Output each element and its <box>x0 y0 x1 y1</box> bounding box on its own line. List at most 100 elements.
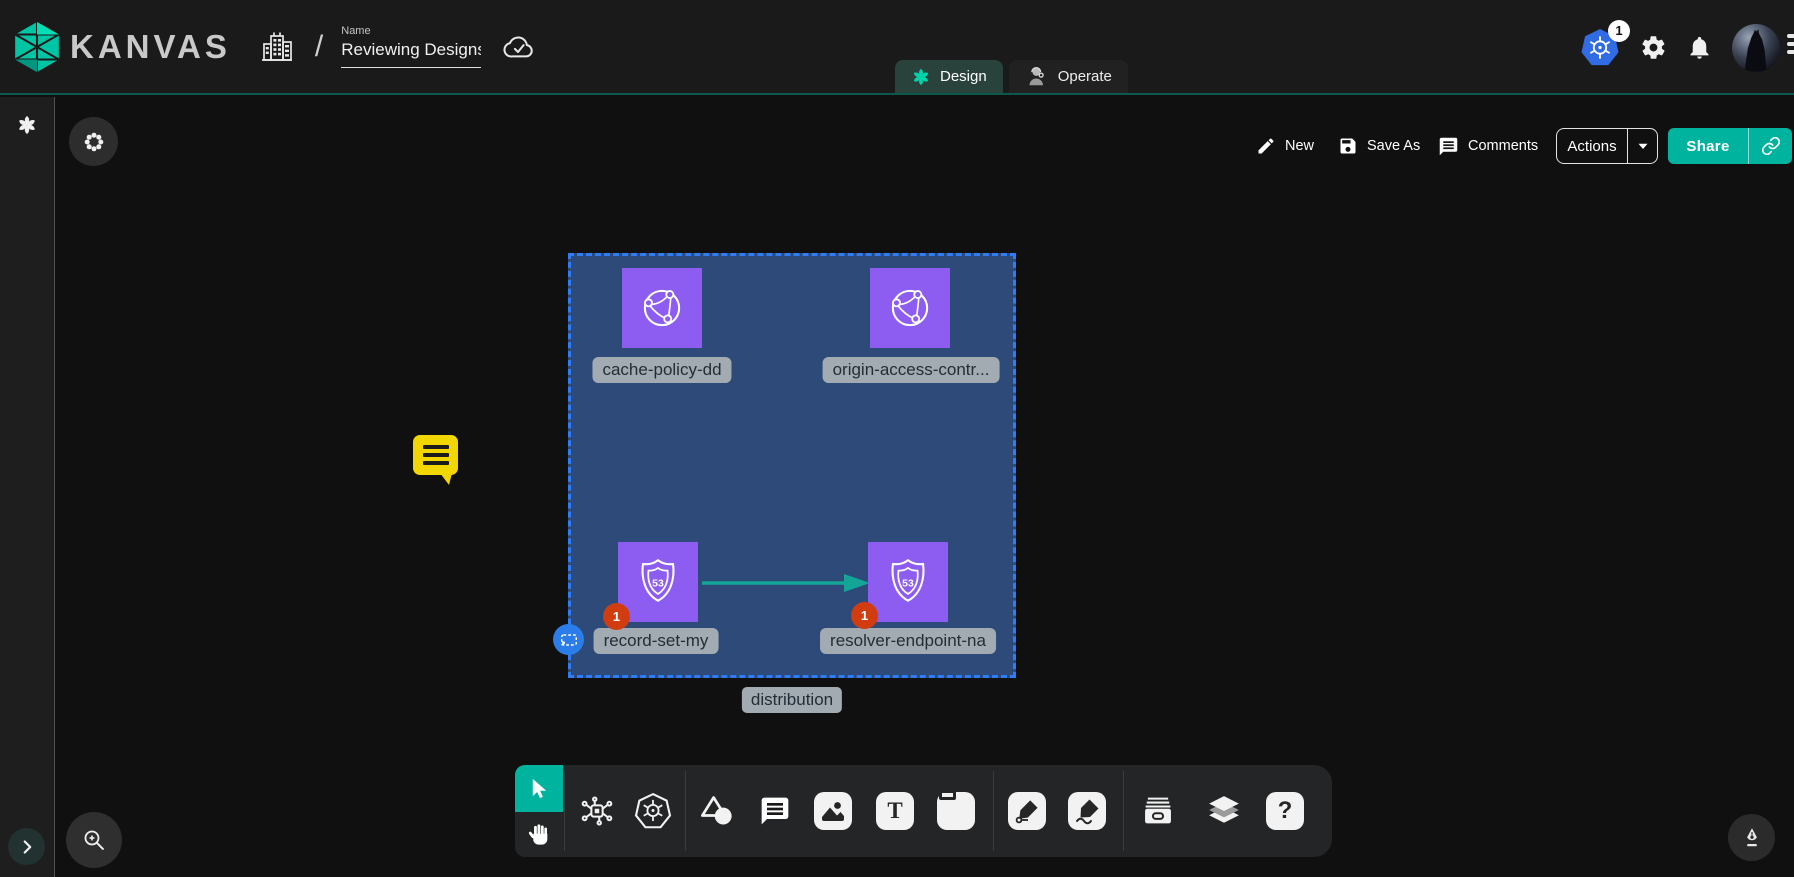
node-label-record-set[interactable]: record-set-my <box>594 628 719 654</box>
cloudfront-globe-icon <box>883 281 937 335</box>
organization-icon[interactable] <box>259 29 295 65</box>
design-name-field: Name <box>341 25 481 68</box>
notifications-bell-icon[interactable] <box>1686 34 1713 61</box>
comments-button-label: Comments <box>1468 138 1538 154</box>
edge-pen-tool-button[interactable] <box>1005 789 1049 833</box>
tab-design[interactable]: Design <box>895 60 1003 93</box>
group-select-handle[interactable] <box>553 624 584 655</box>
pan-tool-button[interactable] <box>515 812 563 857</box>
sketch-pen-tool-button[interactable] <box>1065 789 1109 833</box>
layers-tool-button[interactable] <box>1202 789 1246 833</box>
node-resolver-endpoint[interactable]: 53 <box>868 542 948 622</box>
actions-dropdown-label: Actions <box>1557 138 1627 155</box>
group-label-distribution[interactable]: distribution <box>742 687 842 713</box>
copy-link-button[interactable] <box>1748 128 1792 164</box>
share-button-label: Share <box>1668 138 1748 155</box>
panel-tool-button[interactable] <box>934 789 978 833</box>
new-button[interactable]: New <box>1256 128 1314 164</box>
text-tool-icon: T <box>876 792 914 830</box>
chevron-right-icon <box>16 836 38 858</box>
cursor-arrow-icon <box>528 777 551 800</box>
comment-bubble-icon <box>759 795 791 827</box>
header-right-group: 1 <box>1579 0 1780 95</box>
text-tool-button[interactable]: T <box>873 789 917 833</box>
operate-person-icon <box>1025 65 1049 89</box>
breadcrumb-slash: / <box>315 30 323 64</box>
issue-badge-resolver-endpoint[interactable]: 1 <box>851 602 878 629</box>
comment-tool-button[interactable] <box>753 789 797 833</box>
kanvas-hexagon-icon <box>14 21 60 73</box>
shapes-icon <box>699 793 735 829</box>
shapes-tool-button[interactable] <box>695 789 739 833</box>
help-icon: ? <box>1266 792 1304 830</box>
save-as-button[interactable]: Save As <box>1338 128 1420 164</box>
design-spiral-icon <box>911 67 931 87</box>
select-tool-button[interactable] <box>515 765 563 812</box>
issue-badge-record-set[interactable]: 1 <box>603 603 630 630</box>
kanvas-app: KANVAS / Name Design Operate 1 <box>0 0 1794 877</box>
mode-tabs: Design Operate <box>895 60 1128 93</box>
link-icon <box>1761 136 1781 156</box>
new-button-label: New <box>1285 138 1314 154</box>
route53-shield-icon: 53 <box>631 555 685 609</box>
design-name-label: Name <box>341 25 481 37</box>
edge-pen-icon <box>1008 792 1046 830</box>
cloud-saved-icon <box>503 32 533 62</box>
share-button[interactable]: Share <box>1668 128 1792 164</box>
dashed-rect-icon <box>559 630 579 650</box>
drawer-tool-button[interactable] <box>1136 789 1180 833</box>
zoom-in-button[interactable] <box>66 812 122 868</box>
annotation-pen-button[interactable] <box>1728 814 1775 861</box>
settings-gear-icon[interactable] <box>1640 34 1667 61</box>
tab-operate-label: Operate <box>1058 68 1112 85</box>
chevron-down-icon <box>1634 137 1652 155</box>
overflow-menu-icon[interactable] <box>1787 34 1794 60</box>
app-header: KANVAS / Name Design Operate 1 <box>0 0 1794 95</box>
kubernetes-wheel-icon <box>634 792 672 830</box>
hand-icon <box>527 822 552 847</box>
drawer-icon <box>1140 793 1176 829</box>
canvas-comment-marker[interactable] <box>413 435 458 475</box>
actions-caret-button[interactable] <box>1627 129 1657 163</box>
media-tool-button[interactable] <box>811 789 855 833</box>
route53-shield-icon: 53 <box>881 555 935 609</box>
node-label-origin-access[interactable]: origin-access-contr... <box>823 357 1000 383</box>
kubernetes-context-button[interactable]: 1 <box>1579 27 1621 69</box>
sidebar-expand-button[interactable] <box>8 828 45 865</box>
circuit-chip-icon <box>579 793 615 829</box>
dock-toggle-button[interactable] <box>69 117 118 166</box>
brand-logo[interactable]: KANVAS <box>14 21 231 73</box>
bottom-toolbar: T ? <box>515 765 1332 857</box>
comments-button[interactable]: Comments <box>1438 128 1538 164</box>
kubernetes-tool-button[interactable] <box>631 789 675 833</box>
comment-lines-icon <box>1438 136 1459 157</box>
pen-nib-icon <box>1740 826 1764 850</box>
image-icon <box>814 792 852 830</box>
actions-dropdown-button[interactable]: Actions <box>1556 128 1658 164</box>
left-sidebar <box>0 97 55 877</box>
node-origin-access-control[interactable] <box>870 268 950 348</box>
edge-record-to-resolver[interactable] <box>698 570 874 596</box>
node-record-set[interactable]: 53 <box>618 542 698 622</box>
user-avatar[interactable] <box>1732 24 1780 72</box>
panel-icon <box>937 792 975 830</box>
node-label-resolver-endpoint[interactable]: resolver-endpoint-na <box>820 628 996 654</box>
tab-design-label: Design <box>940 68 987 85</box>
floppy-icon <box>1338 136 1358 156</box>
magnifier-plus-icon <box>81 827 107 853</box>
tab-operate[interactable]: Operate <box>1009 60 1128 93</box>
layers-icon <box>1207 794 1241 828</box>
context-count-badge: 1 <box>1608 20 1630 42</box>
brand-wordmark: KANVAS <box>70 28 231 66</box>
components-tool-button[interactable] <box>575 789 619 833</box>
save-as-button-label: Save As <box>1367 138 1420 154</box>
meshery-spiral-icon[interactable] <box>16 114 38 136</box>
help-tool-button[interactable]: ? <box>1263 789 1307 833</box>
pencil-icon <box>1256 136 1276 156</box>
node-cache-policy[interactable] <box>622 268 702 348</box>
design-name-input[interactable] <box>341 40 481 68</box>
sketch-pen-icon <box>1068 792 1106 830</box>
flower-icon <box>82 130 106 154</box>
node-label-cache-policy[interactable]: cache-policy-dd <box>592 357 731 383</box>
cloudfront-globe-icon <box>635 281 689 335</box>
